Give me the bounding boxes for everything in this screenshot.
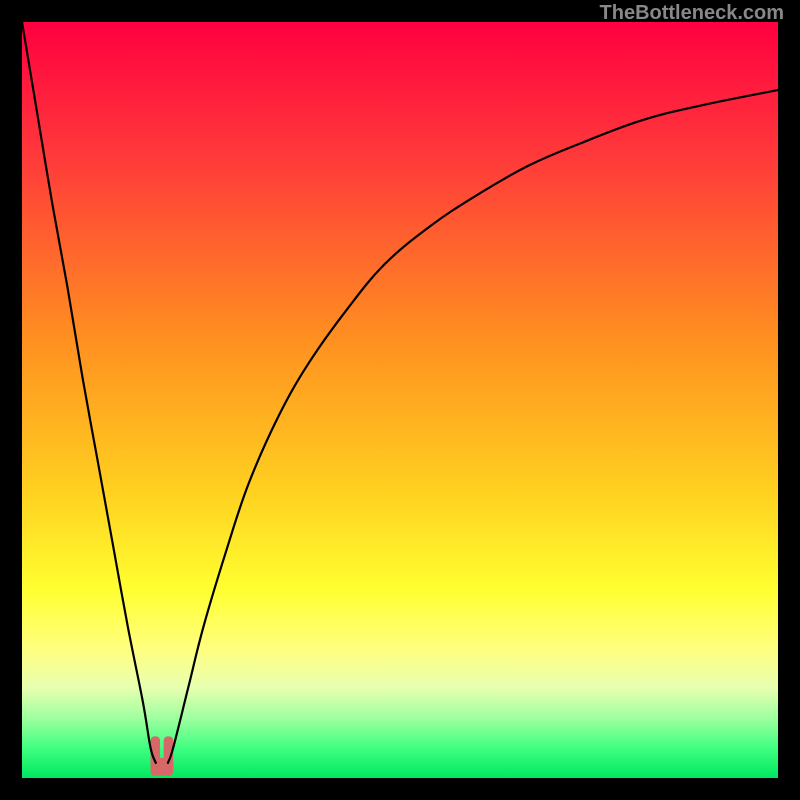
chart-svg bbox=[22, 22, 778, 778]
plot-area bbox=[22, 22, 778, 778]
chart-container: TheBottleneck.com bbox=[0, 0, 800, 800]
watermark-text: TheBottleneck.com bbox=[600, 2, 784, 25]
